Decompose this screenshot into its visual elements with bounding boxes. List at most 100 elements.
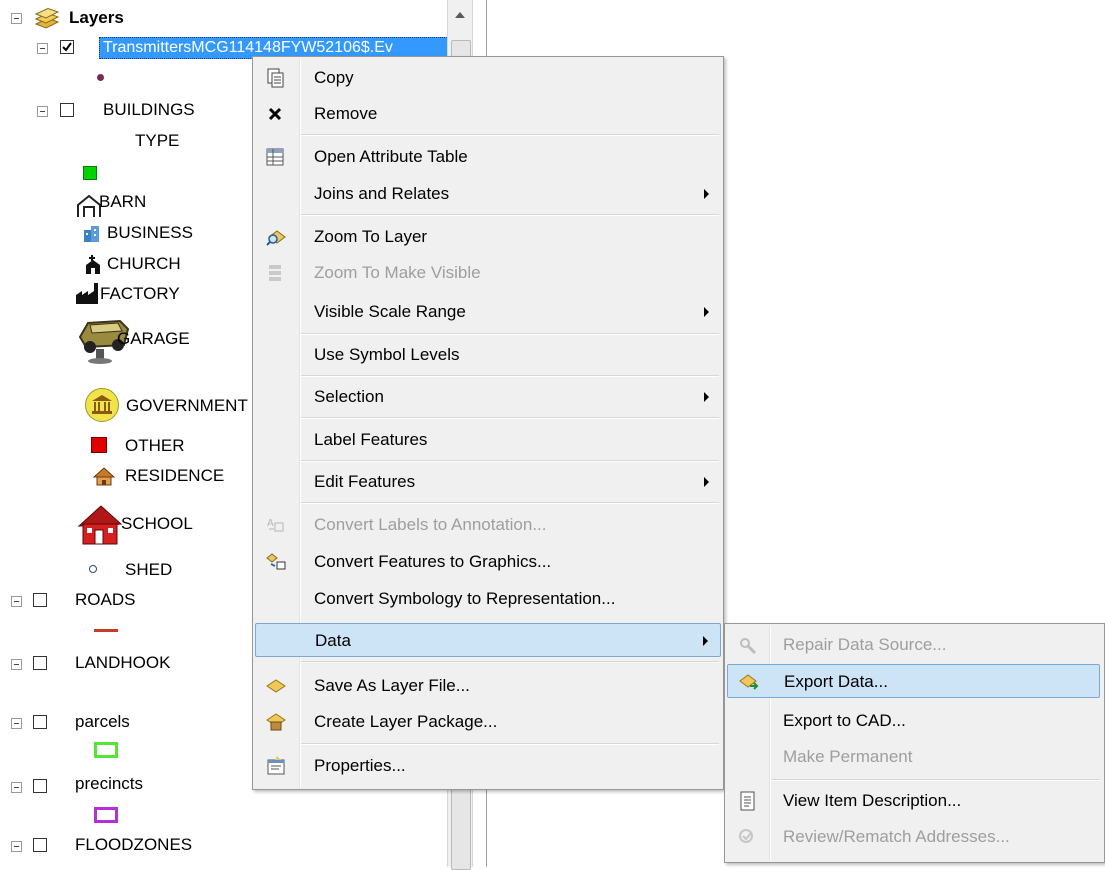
layers-stack-icon — [32, 7, 60, 30]
menu-item-label: Create Layer Package... — [314, 712, 498, 731]
table-icon — [265, 147, 287, 167]
roads-line-symbol — [94, 629, 118, 632]
menu-item-label: Convert Symbology to Representation... — [314, 589, 616, 608]
floodzones-layer-label: FLOODZONES — [75, 835, 193, 854]
menu-item-label: Convert Features to Graphics... — [314, 552, 552, 571]
landhook-layer-label: LANDHOOK — [75, 653, 171, 672]
layer-context-menu: Copy Remove Open Attribute Table Joins a… — [252, 56, 724, 790]
collapse-toggle-transmitters[interactable] — [37, 43, 48, 54]
menu-item-label: Remove — [314, 104, 378, 123]
menu-item-label: Review/Rematch Addresses... — [783, 827, 1010, 846]
menu-item-remove[interactable]: Remove — [255, 97, 721, 131]
menu-item-label: Open Attribute Table — [314, 147, 468, 166]
class-label-business: BUSINESS — [107, 223, 193, 242]
menu-item-copy[interactable]: Copy — [255, 61, 721, 95]
class-label-residence: RESIDENCE — [125, 466, 225, 485]
other-red-symbol — [91, 437, 107, 453]
parcels-visibility-checkbox[interactable] — [33, 715, 47, 729]
layer-visibility-checkbox[interactable] — [60, 40, 74, 54]
menu-item-zoom-to-make-visible[interactable]: Zoom To Make Visible — [255, 256, 721, 290]
menu-item-convert-symbology-to-representation[interactable]: Convert Symbology to Representation... — [255, 582, 721, 616]
school-icon — [75, 502, 125, 548]
collapse-toggle-buildings[interactable] — [37, 106, 48, 117]
properties-icon — [265, 756, 287, 776]
menu-item-label: Make Permanent — [783, 747, 913, 766]
menu-item-data[interactable]: Data — [255, 623, 721, 657]
submenu-item-review-rematch-addresses[interactable]: Review/Rematch Addresses... — [727, 820, 1100, 854]
menu-item-create-layer-package[interactable]: Create Layer Package... — [255, 705, 721, 739]
menu-item-open-attribute-table[interactable]: Open Attribute Table — [255, 140, 721, 174]
menu-item-joins-and-relates[interactable]: Joins and Relates — [255, 177, 721, 211]
scroll-up-arrow-icon[interactable] — [455, 12, 465, 18]
buildings-field-label: TYPE — [135, 131, 180, 150]
submenu-arrow-icon — [704, 477, 709, 487]
menu-item-label: Label Features — [314, 430, 428, 449]
menu-item-label: Export to CAD... — [783, 711, 906, 730]
menu-item-convert-labels-to-annotation[interactable]: A Convert Labels to Annotation... — [255, 508, 721, 542]
submenu-item-export-to-cad[interactable]: Export to CAD... — [727, 704, 1100, 738]
collapse-toggle-landhook[interactable] — [11, 659, 22, 670]
submenu-arrow-icon — [704, 307, 709, 317]
menu-separator — [301, 333, 719, 335]
repair-icon — [737, 635, 759, 655]
factory-icon — [76, 283, 100, 305]
roads-layer-label: ROADS — [75, 590, 136, 609]
menu-item-save-as-layer-file[interactable]: Save As Layer File... — [255, 669, 721, 703]
class-label-church: CHURCH — [107, 254, 181, 273]
floodzones-visibility-checkbox[interactable] — [33, 838, 47, 852]
menu-separator — [301, 502, 719, 504]
submenu-item-view-item-description[interactable]: View Item Description... — [727, 784, 1100, 818]
menu-separator — [301, 134, 719, 136]
menu-item-zoom-to-layer[interactable]: Zoom To Layer — [255, 220, 721, 254]
menu-item-convert-features-to-graphics[interactable]: Convert Features to Graphics... — [255, 545, 721, 579]
parcels-polygon-symbol — [94, 742, 118, 758]
menu-item-visible-scale-range[interactable]: Visible Scale Range — [255, 295, 721, 329]
menu-separator — [301, 417, 719, 419]
menu-separator — [301, 375, 719, 377]
layer-file-icon — [265, 676, 287, 696]
description-icon — [737, 791, 759, 811]
menu-item-selection[interactable]: Selection — [255, 380, 721, 414]
precincts-visibility-checkbox[interactable] — [33, 779, 47, 793]
menu-item-label-features[interactable]: Label Features — [255, 423, 721, 457]
collapse-toggle-layers[interactable] — [11, 13, 22, 24]
menu-item-properties[interactable]: Properties... — [255, 749, 721, 783]
class-label-barn: BARN — [99, 192, 147, 211]
business-icon — [82, 224, 102, 244]
menu-item-label: Visible Scale Range — [314, 302, 466, 321]
transmitter-point-symbol — [97, 74, 104, 81]
buildings-visibility-checkbox[interactable] — [60, 103, 74, 117]
rematch-icon — [737, 827, 759, 847]
svg-text:A: A — [267, 518, 274, 529]
menu-item-label: Properties... — [314, 756, 406, 775]
menu-item-use-symbol-levels[interactable]: Use Symbol Levels — [255, 338, 721, 372]
collapse-toggle-parcels[interactable] — [11, 718, 22, 729]
roads-visibility-checkbox[interactable] — [33, 593, 47, 607]
menu-item-label: Joins and Relates — [314, 184, 450, 203]
class-label-garage: GARAGE — [117, 329, 190, 348]
collapse-toggle-floodzones[interactable] — [11, 841, 22, 852]
collapse-toggle-roads[interactable] — [11, 596, 22, 607]
landhook-visibility-checkbox[interactable] — [33, 656, 47, 670]
submenu-item-repair-data-source[interactable]: Repair Data Source... — [727, 628, 1100, 662]
menu-separator — [771, 779, 1100, 781]
submenu-item-export-data[interactable]: Export Data... — [727, 664, 1100, 698]
export-icon — [738, 672, 760, 692]
menu-item-label: Repair Data Source... — [783, 635, 947, 654]
class-label-factory: FACTORY — [100, 284, 180, 303]
submenu-item-make-permanent[interactable]: Make Permanent — [727, 740, 1100, 774]
menu-separator — [301, 214, 719, 216]
buildings-layer-label: BUILDINGS — [103, 100, 195, 119]
menu-item-label: Use Symbol Levels — [314, 345, 460, 364]
class-label-school: SCHOOL — [121, 514, 193, 533]
default-green-symbol — [83, 166, 97, 180]
menu-item-edit-features[interactable]: Edit Features — [255, 465, 721, 499]
menu-item-label: Selection — [314, 387, 384, 406]
menu-item-label: Edit Features — [314, 472, 416, 491]
layers-root-label: Layers — [69, 8, 124, 27]
collapse-toggle-precincts[interactable] — [11, 782, 22, 793]
convert-graphics-icon — [265, 552, 287, 572]
submenu-arrow-icon — [704, 189, 709, 199]
menu-item-label: Zoom To Layer — [314, 227, 428, 246]
submenu-arrow-icon — [704, 392, 709, 402]
